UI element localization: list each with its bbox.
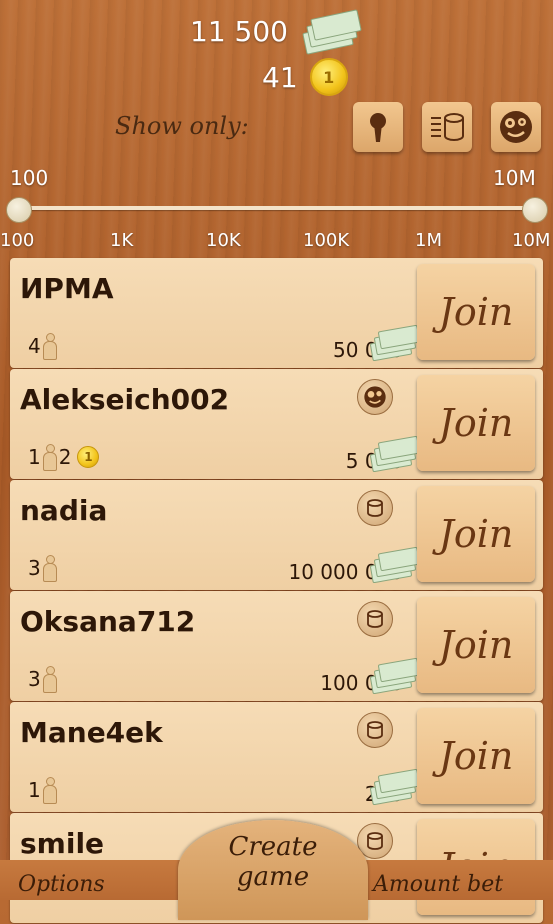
money-balance: 11 500 (190, 9, 362, 55)
join-button[interactable]: Join (417, 597, 535, 693)
tick-label: 100K (303, 230, 350, 251)
player-count: 1 (28, 777, 57, 804)
join-button[interactable]: Join (417, 708, 535, 804)
player-count-value: 3 (28, 667, 41, 691)
player-count: 3 (28, 555, 57, 582)
player-count-value: 3 (28, 556, 41, 580)
tick-label: 1M (415, 230, 442, 251)
coin-stack-icon (357, 601, 393, 637)
money-value: 11 500 (190, 14, 288, 48)
player-count-value: 1 (28, 445, 41, 469)
slider-max-thumb[interactable] (522, 197, 548, 223)
create-game-button[interactable]: Create game (178, 820, 368, 920)
player-count: 3 (28, 666, 57, 693)
tick-label: 100 (0, 230, 35, 251)
filter-coins-button[interactable] (422, 102, 472, 152)
player-count: 1 2 1 (28, 444, 100, 471)
filter-crazy-button[interactable] (491, 102, 541, 152)
crazy-face-icon (500, 111, 532, 143)
coin-stack-icon (357, 712, 393, 748)
game-row: Mane4ek 1 250 Join (10, 702, 543, 812)
host-name: Oksana712 (20, 605, 196, 638)
join-button[interactable]: Join (417, 486, 535, 582)
host-name: Mane4ek (20, 716, 163, 749)
show-only-label: Show only: (115, 112, 249, 140)
join-button[interactable]: Join (417, 264, 535, 360)
amount-bet-button[interactable]: Amount bet (373, 872, 503, 897)
pawn-icon (42, 555, 57, 582)
coins-value: 41 (262, 60, 298, 94)
game-row: Oksana712 3 100 000 Join (10, 591, 543, 701)
host-name: ИРМА (20, 272, 114, 305)
slider-min-label: 100 (10, 166, 49, 190)
create-label-line1: Create (228, 832, 318, 862)
create-label-line2: game (236, 862, 310, 892)
pawn-icon (42, 444, 57, 471)
keyhole-icon (370, 113, 386, 142)
coin-icon: 1 (309, 58, 348, 96)
host-name: Alekseich002 (20, 383, 230, 416)
bet-range-slider[interactable] (18, 206, 534, 210)
coin-stack-icon (357, 490, 393, 526)
player-count-value: 1 (28, 778, 41, 802)
tick-label: 10K (206, 230, 241, 251)
pawn-icon (42, 666, 57, 693)
game-row: ИРМА 4 50 000 Join (10, 258, 543, 368)
coins-balance: 41 1 (262, 58, 348, 96)
tick-label: 10M (512, 230, 551, 251)
crazy-face-icon (357, 379, 393, 415)
coin-stack-icon (431, 113, 464, 141)
game-row: Alekseich002 1 2 1 5 000 Join (10, 369, 543, 479)
join-button[interactable]: Join (417, 375, 535, 471)
header: 11 500 41 1 Show only: 100 10M 100 1K 10… (0, 0, 553, 258)
player-count-value: 4 (28, 334, 41, 358)
pawn-icon (42, 777, 57, 804)
create-game-label: Create game (178, 832, 368, 892)
filter-private-button[interactable] (353, 102, 403, 152)
tick-label: 1K (110, 230, 134, 251)
slider-min-thumb[interactable] (6, 197, 32, 223)
pawn-icon (42, 333, 57, 360)
slider-max-label: 10M (493, 166, 536, 190)
host-name: nadia (20, 494, 108, 527)
coin-player-count: 2 (58, 445, 72, 469)
cash-icon (296, 9, 362, 55)
options-button[interactable]: Options (18, 872, 105, 897)
coin-icon: 1 (77, 446, 100, 468)
host-name: smile (20, 827, 105, 860)
player-count: 4 (28, 333, 57, 360)
game-row: nadia 3 10 000 000 Join (10, 480, 543, 590)
